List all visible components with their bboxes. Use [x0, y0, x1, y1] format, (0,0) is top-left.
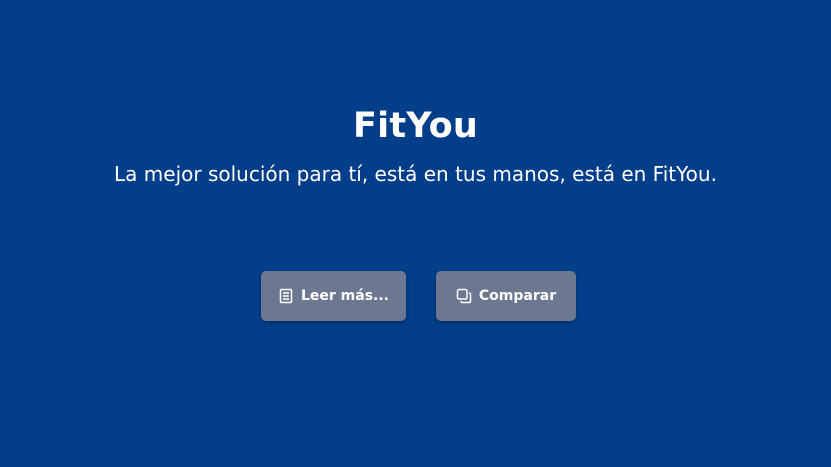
- page-subtitle: La mejor solución para tí, está en tus m…: [114, 162, 717, 186]
- compare-button[interactable]: Comparar: [436, 271, 576, 321]
- copy-icon: [456, 288, 472, 304]
- read-more-button[interactable]: Leer más...: [261, 271, 406, 321]
- page-title: FitYou: [353, 106, 478, 146]
- document-icon: [278, 288, 294, 304]
- hero-section: FitYou La mejor solución para tí, está e…: [0, 0, 831, 467]
- compare-label: Comparar: [478, 288, 557, 304]
- read-more-label: Leer más...: [300, 288, 389, 304]
